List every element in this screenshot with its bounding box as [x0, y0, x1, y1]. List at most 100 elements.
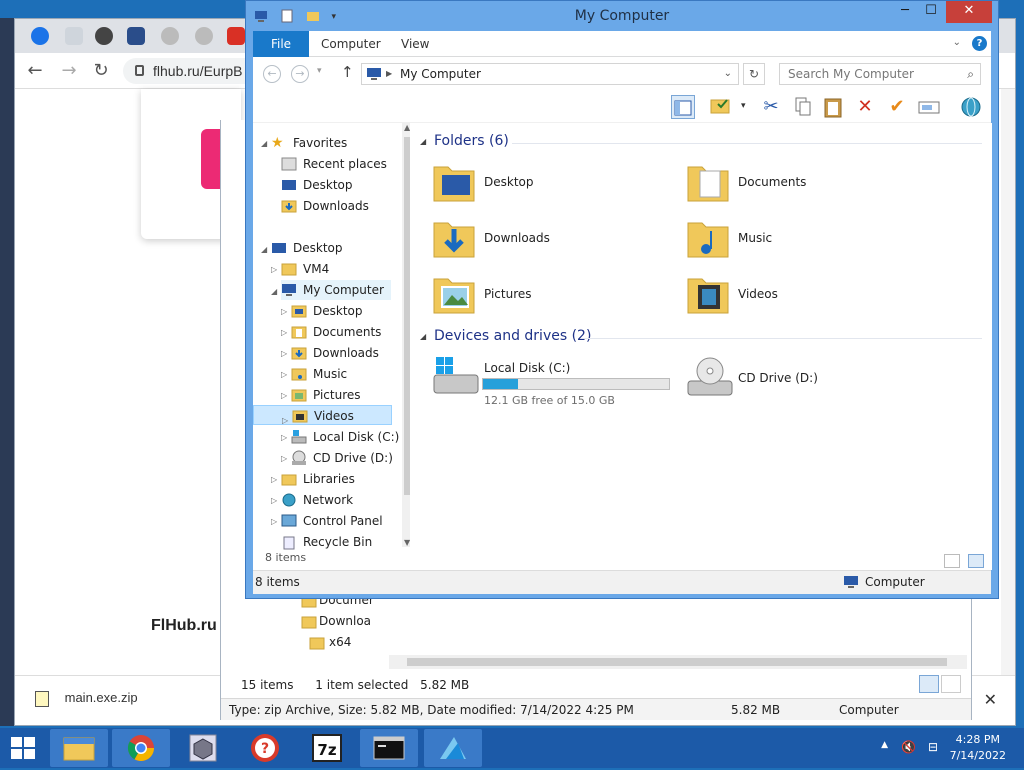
large-icons-view-icon[interactable]	[968, 554, 984, 568]
taskbar-file-explorer[interactable]	[50, 729, 108, 767]
search-placeholder: Search My Computer	[788, 67, 914, 81]
taskbar-command-prompt[interactable]	[360, 729, 418, 767]
rename-icon[interactable]	[917, 95, 941, 119]
copy-icon[interactable]	[791, 95, 815, 119]
details-view-icon[interactable]	[944, 554, 961, 568]
tab-favicon-icon[interactable]	[195, 27, 213, 45]
folder-item-music[interactable]: Music	[686, 215, 926, 265]
tab-favicon-icon[interactable]	[161, 27, 179, 45]
folder-item-videos[interactable]: Videos	[686, 271, 926, 321]
nav-item-sub-videos[interactable]: ▷ Videos	[253, 405, 392, 425]
refresh-button[interactable]: ↻	[743, 63, 765, 85]
taskbar-7zip[interactable]: 7z	[298, 729, 356, 767]
options-dropdown-icon[interactable]: ▾	[741, 101, 746, 111]
expand-arrow-icon[interactable]: ▷	[281, 370, 287, 379]
folder-item-documents[interactable]: Documents	[686, 159, 926, 209]
address-field[interactable]: ▶ My Computer ⌄	[361, 63, 739, 85]
expand-arrow-icon[interactable]: ▷	[281, 433, 287, 442]
folders-group-header[interactable]: Folders (6)	[434, 133, 509, 149]
tab-favicon-icon[interactable]	[65, 27, 83, 45]
expand-arrow-icon[interactable]: ▷	[281, 328, 287, 337]
taskbar-app-bird[interactable]	[424, 729, 482, 767]
collapse-arrow-icon[interactable]: ◢	[261, 139, 267, 148]
folder-item-pictures[interactable]: Pictures	[432, 271, 672, 321]
tab-favicon-icon[interactable]	[127, 27, 145, 45]
devices-group-header[interactable]: Devices and drives (2)	[434, 328, 591, 344]
clipboard-icon	[824, 98, 842, 118]
forward-arrow-icon[interactable]: →	[59, 61, 79, 81]
paste-icon[interactable]	[821, 95, 845, 119]
folder-options-icon[interactable]	[709, 95, 733, 119]
expand-arrow-icon[interactable]: ▷	[271, 517, 277, 526]
reload-icon[interactable]: ↻	[91, 61, 111, 81]
mail-icon[interactable]	[227, 27, 245, 45]
search-icon[interactable]: ⌕	[967, 64, 974, 84]
expand-arrow-icon[interactable]: ▷	[281, 391, 287, 400]
expand-arrow-icon[interactable]: ▷	[271, 475, 277, 484]
browser-scrollbar[interactable]	[1001, 89, 1015, 675]
back-arrow-icon[interactable]: ←	[25, 61, 45, 81]
drive-item-local-disk-c[interactable]: Local Disk (C:) 12.1 GB free of 15.0 GB	[432, 355, 672, 407]
windows-start-icon[interactable]	[10, 736, 36, 760]
close-download-bar-icon[interactable]: ✕	[984, 690, 997, 709]
show-hidden-icons-icon[interactable]: ▲	[881, 740, 888, 750]
delete-icon[interactable]: ✕	[853, 95, 877, 119]
back-icon[interactable]: ←	[263, 65, 281, 83]
up-arrow-icon[interactable]: ↑	[341, 63, 354, 81]
nav-scrollbar[interactable]: ▲ ▼	[402, 123, 410, 547]
collapse-arrow-icon[interactable]: ◢	[271, 287, 277, 296]
bg-horizontal-scrollbar[interactable]	[389, 655, 967, 669]
minimize-button[interactable]: ─	[892, 1, 918, 23]
search-input[interactable]: Search My Computer ⌕	[779, 63, 981, 85]
large-icons-view-icon[interactable]	[941, 675, 961, 693]
bg-scroll-thumb[interactable]	[407, 658, 947, 666]
collapse-arrow-icon[interactable]: ◢	[261, 245, 267, 254]
details-view-icon[interactable]	[919, 675, 939, 693]
drive-item-cd-drive-d[interactable]: CD Drive (D:)	[686, 355, 926, 405]
expand-arrow-icon[interactable]: ▷	[281, 307, 287, 316]
collapse-arrow-icon[interactable]: ◢	[420, 137, 426, 146]
confirm-check-icon[interactable]: ✔	[885, 95, 909, 119]
taskbar-app-cube[interactable]	[174, 729, 232, 767]
taskbar-chrome[interactable]	[112, 729, 170, 767]
forward-icon[interactable]: →	[291, 65, 309, 83]
ribbon-tabs: File Computer View ⌄ ?	[253, 31, 991, 57]
recent-locations-icon[interactable]: ▾	[317, 66, 322, 76]
layout-pane-icon[interactable]	[671, 95, 695, 119]
nav-item-my-computer[interactable]: My Computer	[281, 280, 391, 300]
pane-icon	[674, 100, 692, 116]
help-icon[interactable]: ?	[972, 36, 987, 51]
breadcrumb-chevron-icon[interactable]: ▶	[386, 64, 392, 84]
collapse-arrow-icon[interactable]: ◢	[420, 332, 426, 341]
download-item[interactable]: main.exe.zip	[35, 690, 138, 707]
expand-arrow-icon[interactable]: ▷	[282, 411, 288, 431]
bg-items-count: 15 items	[241, 678, 294, 692]
volume-muted-icon[interactable]: 🔇	[901, 740, 916, 754]
browser-url-text: flhub.ru/EurpB	[153, 63, 243, 79]
globe-icon[interactable]	[959, 95, 983, 119]
tab-file[interactable]: File	[253, 31, 309, 57]
window-title-bar[interactable]: ▾ My Computer ─ ☐ ✕	[246, 1, 998, 31]
bg-nav-item-x64[interactable]: x64	[221, 632, 391, 653]
ribbon-expand-icon[interactable]: ⌄	[953, 37, 961, 48]
folder-item-downloads[interactable]: Downloads	[432, 215, 672, 265]
system-clock[interactable]: 4:28 PM 7/14/2022	[950, 732, 1006, 764]
desktop-icon	[272, 243, 286, 253]
bg-nav-item-downloads[interactable]: Downloa	[221, 611, 391, 632]
folder-item-desktop[interactable]: Desktop	[432, 159, 672, 209]
expand-arrow-icon[interactable]: ▷	[271, 496, 277, 505]
bg-selected-count: 1 item selected	[315, 678, 409, 692]
globe-icon[interactable]	[95, 27, 113, 45]
expand-arrow-icon[interactable]: ▷	[281, 454, 287, 463]
maximize-button[interactable]: ☐	[918, 1, 944, 23]
network-status-icon[interactable]: ⊟	[928, 740, 938, 754]
taskbar-help-app[interactable]: ?	[236, 729, 294, 767]
expand-arrow-icon[interactable]: ▷	[271, 265, 277, 274]
tab-computer[interactable]: Computer	[321, 31, 381, 57]
tab-favicon-icon[interactable]	[31, 27, 49, 45]
address-dropdown-icon[interactable]: ⌄	[724, 64, 732, 84]
close-button[interactable]: ✕	[946, 1, 992, 23]
expand-arrow-icon[interactable]: ▷	[281, 349, 287, 358]
tab-view[interactable]: View	[401, 31, 429, 57]
cut-icon[interactable]: ✂	[759, 95, 783, 119]
